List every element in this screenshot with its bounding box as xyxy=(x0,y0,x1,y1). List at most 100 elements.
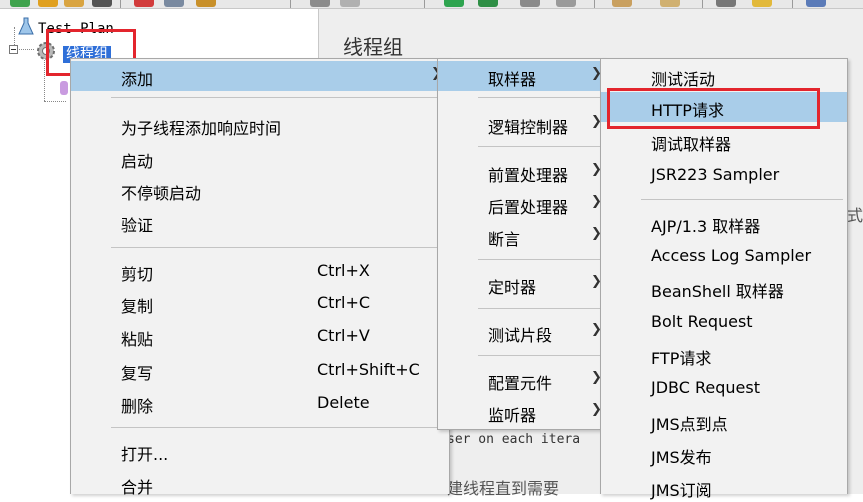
menu-item-start-no-pause[interactable]: 不停顿启动 xyxy=(71,175,449,205)
child-node-icon xyxy=(60,81,68,95)
menu-item-config-element[interactable]: 配置元件 ❯ xyxy=(438,365,604,395)
menu-separator xyxy=(478,146,600,147)
menu-item-shortcut: Ctrl+X xyxy=(317,261,370,280)
menu-item-sampler[interactable]: 取样器 ❯ xyxy=(438,61,604,91)
cut-icon[interactable] xyxy=(134,0,154,7)
menu-item-debug-sampler[interactable]: 调试取样器 xyxy=(601,126,847,156)
menu-item-label: 为子线程添加响应时间 xyxy=(121,119,282,138)
menu-item-label: JMS订阅 xyxy=(651,481,712,500)
menu-item-label: JSR223 Sampler xyxy=(651,165,780,184)
menu-separator xyxy=(111,427,445,428)
paste-icon[interactable] xyxy=(196,0,216,7)
function-helper-icon[interactable] xyxy=(806,0,826,7)
menu-item-open[interactable]: 打开... xyxy=(71,436,449,466)
menu-item-assertion[interactable]: 断言 ❯ xyxy=(438,221,604,251)
menu-item-jsr223-sampler[interactable]: JSR223 Sampler xyxy=(601,160,847,190)
menu-item-label: AJP/1.3 取样器 xyxy=(651,217,761,236)
templates-icon[interactable] xyxy=(38,0,58,7)
stop-icon[interactable] xyxy=(520,0,540,7)
collapse-icon[interactable] xyxy=(340,0,360,7)
start-no-pause-icon[interactable] xyxy=(478,0,498,7)
menu-item-label: JMS点到点 xyxy=(651,415,728,434)
menu-item-jms-publisher[interactable]: JMS发布 xyxy=(601,439,847,469)
menu-item-access-log-sampler[interactable]: Access Log Sampler xyxy=(601,241,847,271)
open-icon[interactable] xyxy=(64,0,84,7)
collapse-toggle-icon[interactable] xyxy=(9,45,18,54)
save-icon[interactable] xyxy=(92,0,112,7)
search-icon[interactable] xyxy=(716,0,736,7)
start-icon[interactable] xyxy=(444,0,464,7)
expand-icon[interactable] xyxy=(310,0,330,7)
menu-item-jms-point-to-point[interactable]: JMS点到点 xyxy=(601,406,847,436)
menu-item-start[interactable]: 启动 xyxy=(71,143,449,173)
toolbar-separator xyxy=(792,0,793,8)
tree-connector xyxy=(44,101,66,102)
reset-search-icon[interactable] xyxy=(752,0,772,7)
menu-item-label: 后置处理器 xyxy=(488,198,569,217)
menu-item-copy[interactable]: 复制 Ctrl+C xyxy=(71,288,449,318)
menu-separator xyxy=(478,308,600,309)
menu-item-beanshell-sampler[interactable]: BeanShell 取样器 xyxy=(601,273,847,303)
menu-item-label: 合并 xyxy=(121,478,154,497)
clear-icon[interactable] xyxy=(612,0,632,7)
menu-item-bolt-request[interactable]: Bolt Request xyxy=(601,307,847,337)
menu-item-label: 监听器 xyxy=(488,406,537,425)
menu-item-paste[interactable]: 粘贴 Ctrl+V xyxy=(71,321,449,351)
menu-item-label: 调试取样器 xyxy=(651,135,732,154)
menu-item-ftp-request[interactable]: FTP请求 xyxy=(601,340,847,370)
shutdown-icon[interactable] xyxy=(556,0,576,7)
menu-item-delete[interactable]: 删除 Delete xyxy=(71,388,449,418)
toolbar-separator xyxy=(290,0,291,8)
menu-item-test-action[interactable]: 测试活动 xyxy=(601,61,847,91)
menu-item-post-processor[interactable]: 后置处理器 ❯ xyxy=(438,189,604,219)
clear-all-icon[interactable] xyxy=(660,0,680,7)
menu-item-timer[interactable]: 定时器 ❯ xyxy=(438,269,604,299)
menu-item-label: 测试片段 xyxy=(488,326,553,345)
panel-title: 线程组 xyxy=(343,35,403,59)
menu-item-listener[interactable]: 监听器 ❯ xyxy=(438,397,604,427)
menu-item-label: 逻辑控制器 xyxy=(488,118,569,137)
menu-item-validate[interactable]: 验证 xyxy=(71,207,449,237)
menu-item-ajp-sampler[interactable]: AJP/1.3 取样器 xyxy=(601,208,847,238)
toolbar-separator xyxy=(120,0,121,8)
menu-separator xyxy=(478,97,600,98)
context-menu: 添加 ❯ 为子线程添加响应时间 启动 不停顿启动 验证 剪切 Ctrl+X 复制… xyxy=(70,58,450,497)
menu-separator xyxy=(641,199,843,200)
menu-item-logic-controller[interactable]: 逻辑控制器 ❯ xyxy=(438,109,604,139)
menu-separator xyxy=(478,259,600,260)
flask-icon xyxy=(18,17,34,39)
menu-item-shortcut: Ctrl+Shift+C xyxy=(317,360,420,379)
panel-text-fragment: ser on each itera xyxy=(447,432,581,447)
menu-item-label: Access Log Sampler xyxy=(651,246,812,265)
panel-text-fragment: 建线程直到需要 xyxy=(447,479,560,498)
menu-item-label: FTP请求 xyxy=(651,349,712,368)
menu-item-shortcut: Ctrl+C xyxy=(317,293,371,312)
annotation-box-http-request xyxy=(607,88,820,129)
menu-item-jms-subscriber[interactable]: JMS订阅 xyxy=(601,472,847,502)
menu-item-label: 添加 xyxy=(121,70,154,89)
menu-item-jdbc-request[interactable]: JDBC Request xyxy=(601,373,847,403)
menu-item-label: 启动 xyxy=(121,152,154,171)
new-plan-icon[interactable] xyxy=(10,0,30,7)
menu-separator xyxy=(111,247,445,248)
toolbar xyxy=(0,0,863,9)
menu-item-label: 粘贴 xyxy=(121,330,154,349)
menu-item-cut[interactable]: 剪切 Ctrl+X xyxy=(71,256,449,286)
menu-item-test-fragment[interactable]: 测试片段 ❯ xyxy=(438,317,604,347)
menu-item-label: 定时器 xyxy=(488,278,537,297)
menu-item-label: 复制 xyxy=(121,297,154,316)
menu-item-label: 剪切 xyxy=(121,265,154,284)
menu-item-merge[interactable]: 合并 xyxy=(71,469,449,499)
menu-item-pre-processor[interactable]: 前置处理器 ❯ xyxy=(438,157,604,187)
panel-text-fragment: 式 xyxy=(847,206,863,225)
menu-item-label: JDBC Request xyxy=(651,378,760,397)
menu-item-label: 删除 xyxy=(121,397,154,416)
copy-icon[interactable] xyxy=(164,0,184,7)
menu-item-label: BeanShell 取样器 xyxy=(651,282,784,301)
menu-item-add-response-time[interactable]: 为子线程添加响应时间 xyxy=(71,110,449,140)
toolbar-separator xyxy=(424,0,425,8)
menu-item-label: Bolt Request xyxy=(651,312,753,331)
menu-item-duplicate[interactable]: 复写 Ctrl+Shift+C xyxy=(71,355,449,385)
menu-item-add[interactable]: 添加 ❯ xyxy=(71,61,449,91)
menu-item-label: 打开... xyxy=(121,445,169,464)
